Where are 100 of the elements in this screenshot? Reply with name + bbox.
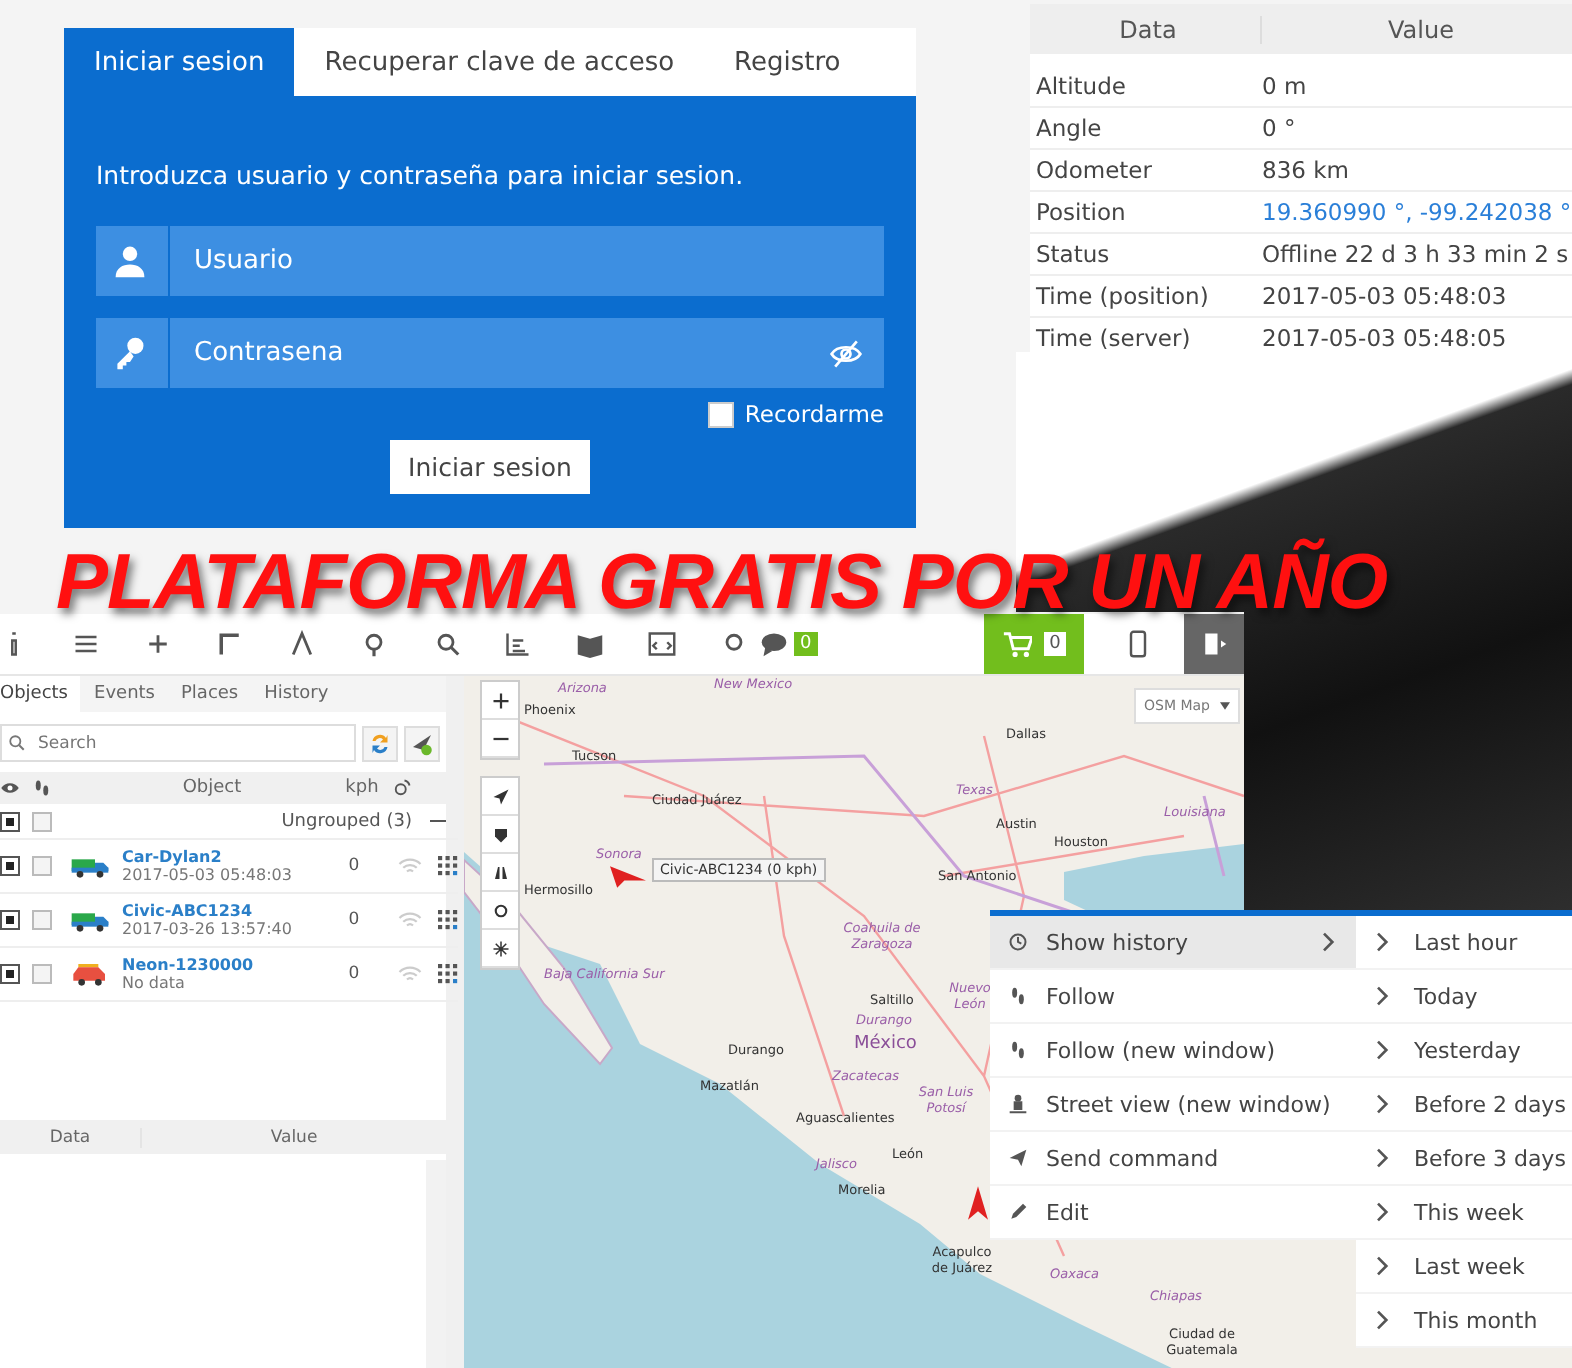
- hidden-eye-icon[interactable]: [828, 335, 864, 371]
- footprints-icon: [1008, 986, 1028, 1006]
- book-icon[interactable]: [576, 630, 604, 658]
- refresh-button[interactable]: [362, 725, 398, 761]
- table-cell-text: Time (position): [1034, 282, 1211, 310]
- chevron-right-icon: [1376, 1040, 1390, 1060]
- chevron-right-icon: [1376, 1202, 1390, 1222]
- follow-checkbox[interactable]: [32, 910, 52, 930]
- position-link[interactable]: 19.360990 °, -99.242038 °: [1262, 198, 1572, 226]
- follow-checkbox[interactable]: [32, 964, 52, 984]
- shield-icon: [491, 825, 509, 843]
- submenu-item[interactable]: This week: [1356, 1186, 1572, 1240]
- arrow-plus-icon: [410, 731, 434, 755]
- table-cell-text: Angle: [1034, 114, 1104, 142]
- username-input[interactable]: Usuario: [170, 244, 884, 278]
- login-tab[interactable]: Iniciar sesion: [64, 28, 295, 96]
- object-time: No data: [122, 974, 187, 992]
- truck-icon: [70, 854, 110, 878]
- login-button[interactable]: Iniciar sesion: [390, 440, 590, 494]
- locate-icon: [491, 787, 509, 805]
- vehicle-marker-icon[interactable]: [610, 866, 646, 888]
- cart-icon: [1001, 629, 1032, 659]
- chevron-right-icon: [1376, 1256, 1390, 1276]
- password-input[interactable]: Contrasena: [170, 336, 828, 370]
- remember-label: Recordarme: [744, 400, 884, 428]
- column-header: kph: [343, 778, 381, 798]
- pin-icon[interactable]: [360, 630, 388, 658]
- chat-icon[interactable]: [760, 630, 788, 658]
- cart-button[interactable]: 0: [984, 614, 1084, 674]
- map-label: México: [854, 1034, 917, 1056]
- signal-icon: [398, 965, 422, 983]
- visibility-checkbox[interactable]: [0, 910, 20, 930]
- menu-dots-icon[interactable]: [438, 910, 458, 930]
- binoculars-icon: [491, 863, 509, 881]
- table-cell-text: 0 m: [1262, 72, 1309, 100]
- login-prompt: Introduzca usuario y contraseña para iniciar sesion.: [96, 160, 746, 190]
- paper-plane-icon: [1008, 1148, 1028, 1168]
- caret-up-icon[interactable]: [288, 630, 316, 658]
- chevron-right-icon: [1376, 1094, 1390, 1114]
- search-input[interactable]: Search: [34, 731, 282, 755]
- visibility-checkbox[interactable]: [0, 811, 20, 831]
- column-header: Value: [268, 1127, 320, 1147]
- submenu-item[interactable]: Yesterday: [1356, 1024, 1572, 1078]
- menu-item[interactable]: Show history: [990, 916, 1356, 970]
- truck-icon: [70, 908, 110, 932]
- chevron-right-icon: [1322, 932, 1336, 952]
- column-header: Value: [1386, 15, 1456, 43]
- object-time: 2017-03-26 13:57:40: [122, 920, 294, 938]
- logout-button[interactable]: [1184, 614, 1244, 674]
- group-label[interactable]: Ungrouped (3): [281, 811, 412, 831]
- table-cell-text: Status: [1034, 240, 1112, 268]
- chart-icon[interactable]: [504, 630, 532, 658]
- remember-checkbox[interactable]: [708, 401, 735, 427]
- submenu-item[interactable]: Before 2 days: [1356, 1078, 1572, 1132]
- search-field[interactable]: Search: [0, 724, 356, 762]
- table-cell-text: 2017-05-03 05:48:03: [1262, 282, 1509, 310]
- footprints-icon: [1008, 1040, 1028, 1060]
- message-count: 0: [794, 632, 818, 656]
- refresh-icon: [368, 731, 392, 755]
- table-cell-text: 836 km: [1262, 156, 1351, 184]
- chevron-right-icon: [1376, 1148, 1390, 1168]
- submenu-item[interactable]: This month: [1356, 1294, 1572, 1348]
- table-cell-text: Position: [1034, 198, 1128, 226]
- phone-icon[interactable]: [1124, 630, 1152, 658]
- chevron-right-icon: [1376, 986, 1390, 1006]
- menu-dots-icon[interactable]: [438, 964, 458, 984]
- submenu-item[interactable]: Today: [1356, 970, 1572, 1024]
- person-icon: [1008, 1094, 1028, 1114]
- menu-dots-icon[interactable]: [438, 856, 458, 876]
- submenu-item[interactable]: Last hour: [1356, 916, 1572, 970]
- object-time: 2017-05-03 05:48:03: [122, 866, 294, 884]
- column-header: Object: [180, 778, 244, 798]
- submenu-item[interactable]: Last week: [1356, 1240, 1572, 1294]
- table-cell-text: 2017-05-03 05:48:05: [1262, 324, 1509, 352]
- signal-icon: [398, 911, 422, 929]
- table-cell-text: Odometer: [1034, 156, 1154, 184]
- follow-checkbox[interactable]: [32, 811, 52, 831]
- logout-icon: [1200, 630, 1228, 658]
- speed-value: 0: [346, 964, 362, 984]
- object-name[interactable]: Car-Dylan2: [122, 848, 322, 866]
- search-icon[interactable]: [432, 630, 460, 658]
- submenu-item[interactable]: Before 3 days: [1356, 1132, 1572, 1186]
- panel-tab[interactable]: Objects: [0, 676, 81, 712]
- visibility-checkbox[interactable]: [0, 964, 20, 984]
- pencil-icon: [1008, 1202, 1028, 1222]
- add-object-button[interactable]: [404, 725, 440, 761]
- username-field[interactable]: Usuario: [96, 226, 884, 296]
- search-icon: [8, 734, 26, 752]
- table-cell-text: 0 °: [1262, 114, 1298, 142]
- follow-checkbox[interactable]: [32, 856, 52, 876]
- table-cell-text: Altitude: [1034, 72, 1128, 100]
- speed-value: 0: [346, 910, 362, 930]
- table-cell-text: Offline 22 d 3 h 33 min 2 s: [1262, 240, 1571, 268]
- object-name[interactable]: Neon-1230000: [122, 956, 322, 974]
- code-icon[interactable]: [648, 630, 676, 658]
- visibility-checkbox[interactable]: [0, 856, 20, 876]
- object-name[interactable]: Civic-ABC1234: [122, 902, 322, 920]
- password-field[interactable]: Contrasena: [96, 318, 884, 388]
- chevron-right-icon: [1376, 932, 1390, 952]
- speed-value: 0: [346, 856, 362, 876]
